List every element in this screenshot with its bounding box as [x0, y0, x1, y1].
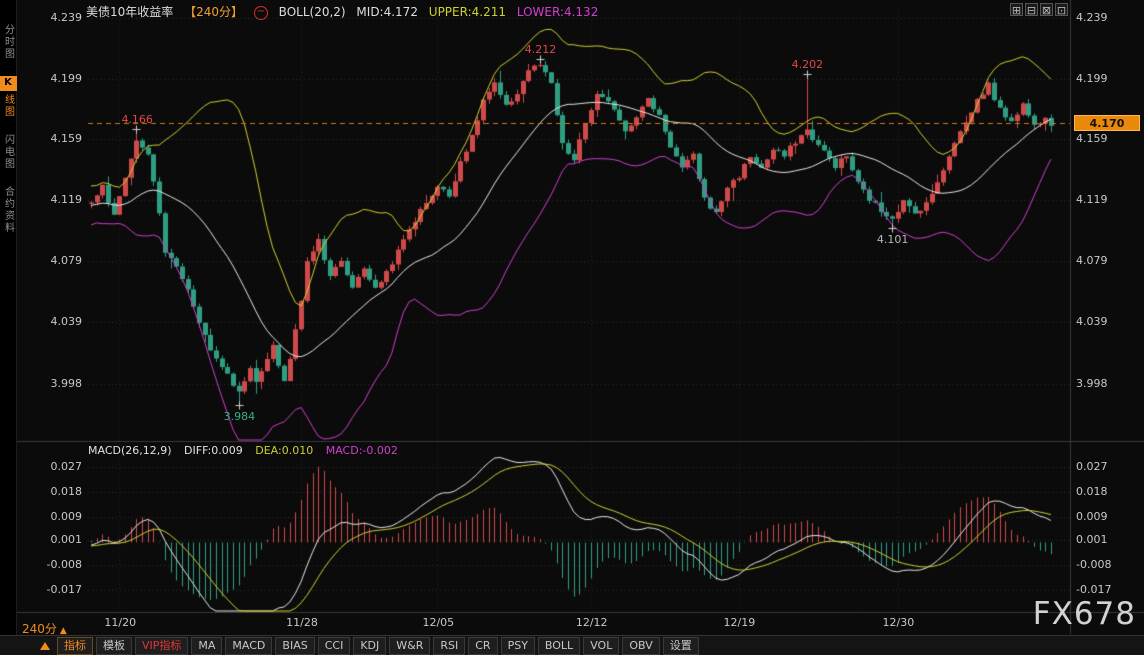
- toolbar-tab-0[interactable]: 指标: [57, 637, 93, 655]
- sidebar-item-2[interactable]: 闪电图: [1, 134, 16, 170]
- macd-axis-label-left: 0.018: [20, 485, 82, 498]
- period-selector-label: 240分: [22, 622, 57, 636]
- sidebar-item-0[interactable]: 分时图: [1, 24, 16, 60]
- price-axis-label-left: 4.199: [20, 72, 82, 85]
- chart-header: 美债10年收益率 【240分】 − BOLL(20,2) MID:4.172 U…: [86, 4, 605, 20]
- date-axis-label: 11/28: [286, 616, 318, 629]
- toolbar-item-6[interactable]: W&R: [389, 637, 430, 655]
- macd-header: MACD(26,12,9) DIFF:0.009 DEA:0.010 MACD:…: [88, 444, 407, 457]
- toolbar-item-11[interactable]: VOL: [583, 637, 619, 655]
- macd-axis-label-left: 0.027: [20, 460, 82, 473]
- chart-overlays: 4.239 4.239 4.199 4.199 4.159 4.159 4.119 4.119…: [0, 0, 1144, 655]
- boll-upper-value: UPPER:4.211: [429, 5, 506, 19]
- indicator-toolbar: 指标模板VIP指标MAMACDBIASCCIKDJW&RRSICRPSYBOLL…: [0, 635, 1144, 655]
- sidebar-item-3[interactable]: 合约资料: [1, 186, 16, 234]
- layout-icons: ⊞⊟⊠⊡: [1010, 3, 1068, 16]
- macd-axis-label-right: -0.017: [1076, 583, 1138, 596]
- toolbar-item-1[interactable]: MA: [191, 637, 222, 655]
- toolbar-item-4[interactable]: CCI: [318, 637, 351, 655]
- boll-label: BOLL(20,2): [279, 5, 346, 19]
- price-axis-label-right: 4.159: [1076, 132, 1138, 145]
- price-axis-label-right: 4.119: [1076, 193, 1138, 206]
- macd-title: MACD(26,12,9): [88, 444, 172, 457]
- toolbar-item-3[interactable]: BIAS: [275, 637, 314, 655]
- toolbar-item-5[interactable]: KDJ: [353, 637, 386, 655]
- date-axis-label: 12/12: [576, 616, 608, 629]
- toolbar-item-12[interactable]: OBV: [622, 637, 659, 655]
- price-axis-label-right: 4.239: [1076, 11, 1138, 24]
- price-axis-label-left: 4.119: [20, 193, 82, 206]
- chart-annotation: 4.166: [121, 113, 153, 126]
- period-tag: 【240分】: [184, 5, 243, 19]
- chart-type-sidebar: 分时图 K 线图闪电图合约资料: [0, 0, 17, 655]
- macd-bar-value: MACD:-0.002: [326, 444, 398, 457]
- toolbar-item-0[interactable]: VIP指标: [135, 637, 188, 655]
- price-axis-label-left: 4.039: [20, 315, 82, 328]
- price-axis-label-left: 4.159: [20, 132, 82, 145]
- price-axis-label-left: 4.239: [20, 11, 82, 24]
- single-pane-icon[interactable]: ⊡: [1055, 3, 1068, 16]
- sidebar-item-label: 线图: [3, 94, 14, 118]
- macd-axis-label-left: -0.017: [20, 583, 82, 596]
- toolbar-marker-icon: [40, 642, 50, 650]
- boll-mid-value: MID:4.172: [356, 5, 418, 19]
- grid-2-col-icon[interactable]: ⊠: [1040, 3, 1053, 16]
- toolbar-tab-1[interactable]: 模板: [96, 637, 132, 655]
- chart-annotation: 4.101: [877, 233, 909, 246]
- date-axis-label: 11/20: [104, 616, 136, 629]
- collapse-icon[interactable]: −: [254, 6, 268, 20]
- chart-annotation: 3.984: [224, 410, 256, 423]
- macd-axis-label-right: -0.008: [1076, 558, 1138, 571]
- price-axis-label-left: 4.079: [20, 254, 82, 267]
- sidebar-item-1[interactable]: K 线图: [0, 76, 17, 118]
- grid-2-row-icon[interactable]: ⊟: [1025, 3, 1038, 16]
- price-axis-label-right: 4.079: [1076, 254, 1138, 267]
- grid-4-pane-icon[interactable]: ⊞: [1010, 3, 1023, 16]
- price-axis-label-right: 3.998: [1076, 377, 1138, 390]
- price-axis-label-left: 3.998: [20, 377, 82, 390]
- macd-axis-label-left: 0.001: [20, 533, 82, 546]
- toolbar-item-2[interactable]: MACD: [225, 637, 272, 655]
- macd-axis-label-left: -0.008: [20, 558, 82, 571]
- boll-lower-value: LOWER:4.132: [517, 5, 599, 19]
- toolbar-item-7[interactable]: RSI: [433, 637, 465, 655]
- toolbar-item-9[interactable]: PSY: [501, 637, 535, 655]
- macd-axis-label-right: 0.009: [1076, 510, 1138, 523]
- macd-axis-label-right: 0.001: [1076, 533, 1138, 546]
- chart-annotation: 4.202: [792, 58, 824, 71]
- price-axis-label-right: 4.199: [1076, 72, 1138, 85]
- sidebar-active-badge: K: [0, 76, 17, 91]
- watermark: FX678: [1033, 596, 1136, 632]
- macd-axis-label-right: 0.027: [1076, 460, 1138, 473]
- macd-dea-value: DEA:0.010: [255, 444, 313, 457]
- date-axis-label: 12/05: [422, 616, 454, 629]
- toolbar-item-13[interactable]: 设置: [663, 637, 699, 655]
- current-price-box: 4.170: [1074, 115, 1140, 131]
- date-axis-label: 12/19: [724, 616, 756, 629]
- toolbar-item-8[interactable]: CR: [468, 637, 497, 655]
- macd-diff-value: DIFF:0.009: [184, 444, 243, 457]
- chart-annotation: 4.212: [525, 43, 557, 56]
- symbol-title: 美债10年收益率: [86, 5, 173, 19]
- price-axis-label-right: 4.039: [1076, 315, 1138, 328]
- date-axis-label: 12/30: [883, 616, 915, 629]
- macd-axis-label-left: 0.009: [20, 510, 82, 523]
- trading-terminal: 分时图 K 线图闪电图合约资料 美债10年收益率 【240分】 − BOLL(20,…: [0, 0, 1144, 655]
- toolbar-item-10[interactable]: BOLL: [538, 637, 580, 655]
- macd-axis-label-right: 0.018: [1076, 485, 1138, 498]
